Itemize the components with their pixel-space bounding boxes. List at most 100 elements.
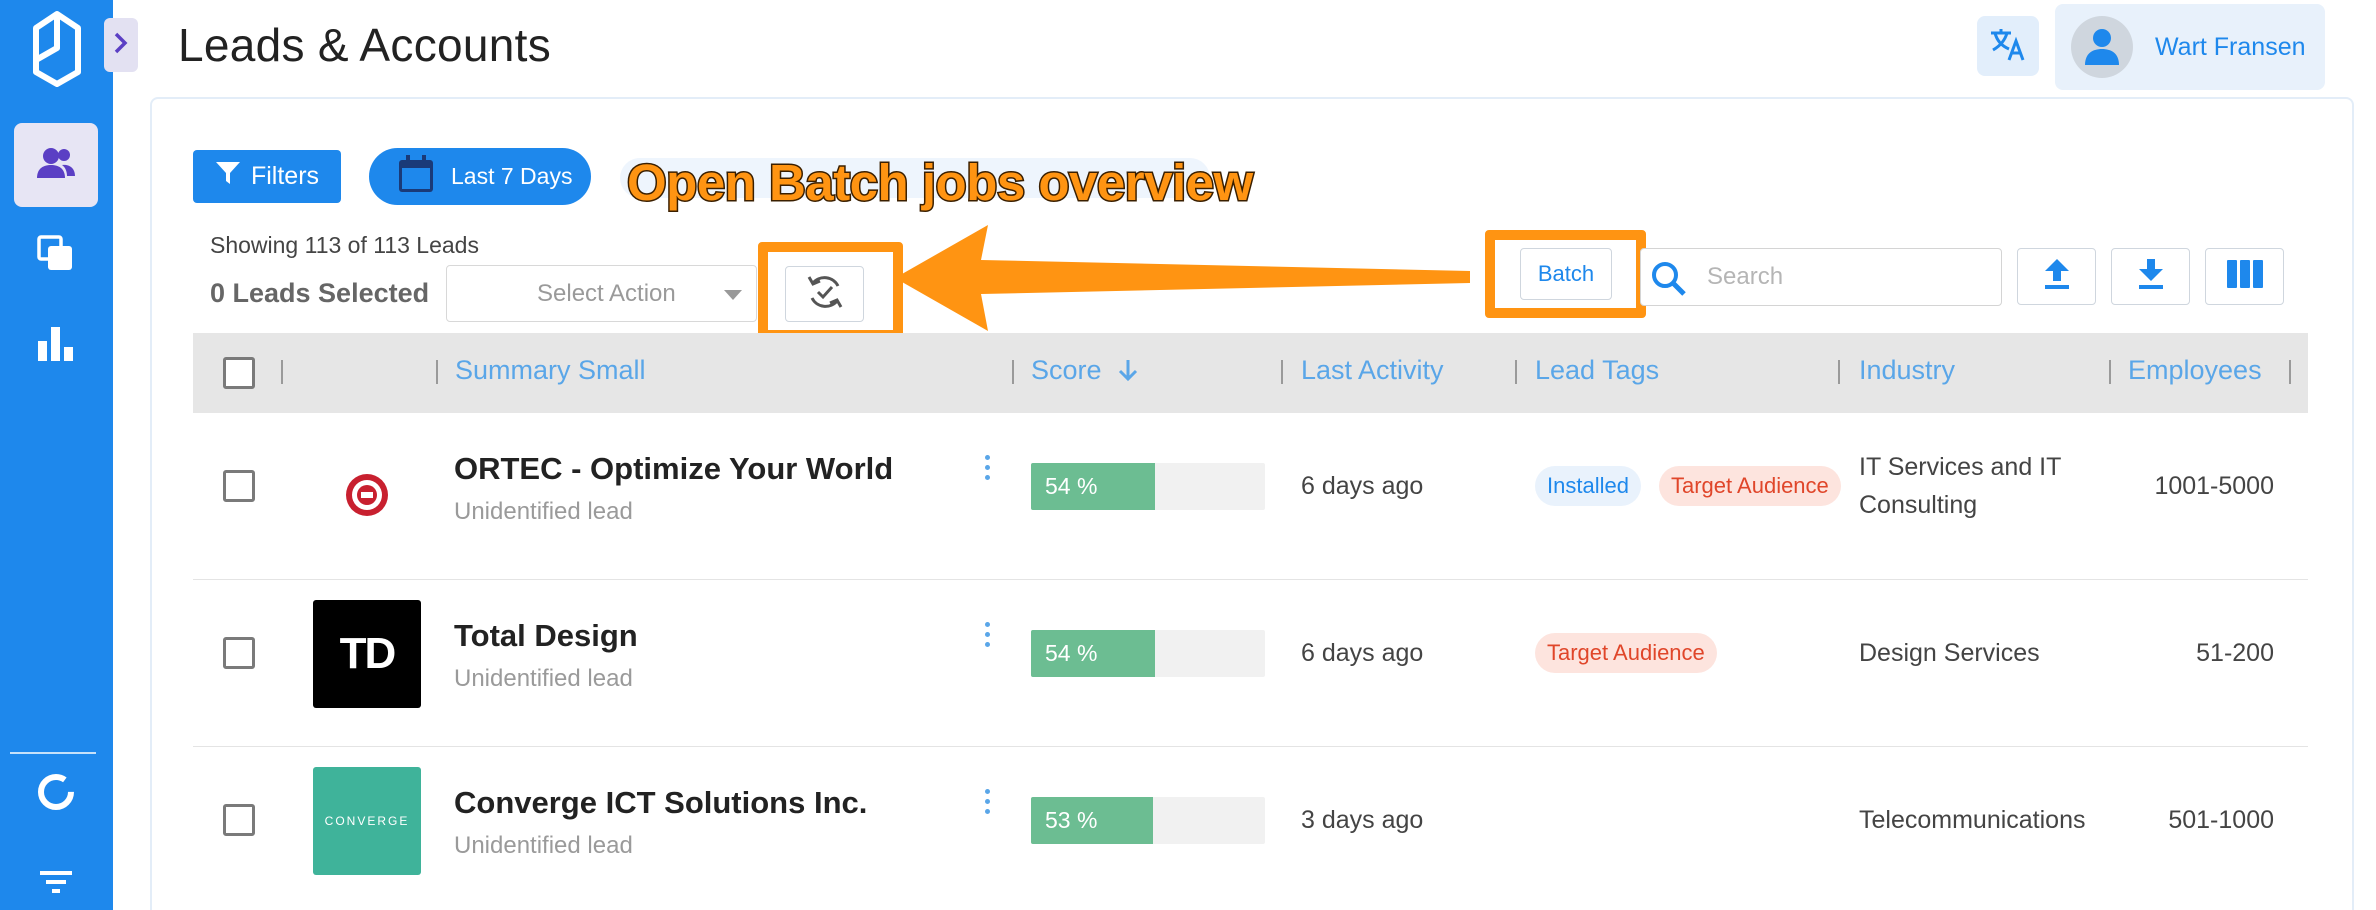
column-separator: [1281, 360, 1283, 384]
company-logo: TD: [313, 600, 421, 708]
column-separator: [1838, 360, 1840, 384]
sidebar-item-leads[interactable]: [14, 123, 98, 207]
search-input[interactable]: Search: [1640, 248, 2002, 306]
score-fill: 53 %: [1031, 797, 1153, 844]
last-activity: 6 days ago: [1301, 472, 1424, 500]
sidebar-item-reports[interactable]: [14, 303, 98, 387]
lead-subtitle: Unidentified lead: [454, 832, 633, 859]
score-fill: 54 %: [1031, 630, 1155, 677]
table-header: Summary Small Score Last Activity Lead T…: [193, 333, 2308, 413]
app-root: Leads & Accounts Wart Fransen Filters La…: [0, 0, 2376, 910]
lead-subtitle: Unidentified lead: [454, 665, 633, 692]
industry: Telecommunications: [1859, 806, 2086, 834]
app-logo-icon[interactable]: [22, 8, 92, 90]
column-separator: [281, 360, 283, 384]
column-separator: [1012, 360, 1014, 384]
lead-name[interactable]: ORTEC - Optimize Your World: [454, 451, 893, 487]
avatar: [2071, 16, 2133, 78]
column-separator: [1515, 360, 1517, 384]
bar-chart-icon: [36, 325, 76, 366]
annotation-text: Open Batch jobs overview: [626, 153, 1255, 213]
company-logo: CONVERGE: [313, 767, 421, 875]
sidebar-item-status[interactable]: [14, 752, 98, 836]
tag-installed[interactable]: Installed: [1535, 466, 1641, 506]
results-count: Showing 113 of 113 Leads: [210, 232, 479, 258]
columns-button[interactable]: [2205, 248, 2284, 305]
highlight-batch-jobs: [758, 242, 903, 340]
funnel-icon: [215, 160, 241, 193]
chevron-right-icon: [113, 32, 129, 59]
td-logo: TD: [339, 629, 397, 678]
sidebar-item-filters[interactable]: [14, 842, 98, 910]
column-summary[interactable]: Summary Small: [455, 355, 646, 386]
last-activity: 6 days ago: [1301, 639, 1424, 667]
select-action-placeholder: Select Action: [537, 279, 676, 307]
lead-name[interactable]: Converge ICT Solutions Inc.: [454, 785, 867, 821]
columns-icon: [2226, 259, 2264, 294]
employees: 51-200: [2196, 639, 2274, 667]
upload-icon: [2042, 257, 2072, 296]
date-range-button[interactable]: Last 7 Days: [369, 148, 591, 205]
industry-line-1: IT Services and IT: [1859, 453, 2062, 481]
copy-icon: [36, 234, 76, 279]
filters-label: Filters: [250, 162, 320, 190]
column-industry[interactable]: Industry: [1859, 355, 1955, 386]
ortec-logo: [344, 472, 390, 523]
download-button[interactable]: [2111, 248, 2190, 305]
date-label: Last 7 Days: [451, 163, 573, 189]
tag-target-audience[interactable]: Target Audience: [1659, 466, 1841, 506]
tag-target-audience[interactable]: Target Audience: [1535, 633, 1717, 673]
select-all-checkbox[interactable]: [223, 357, 255, 389]
employees: 501-1000: [2168, 806, 2274, 834]
column-employees[interactable]: Employees: [2128, 355, 2262, 386]
score-bar: 54 %: [1031, 630, 1265, 677]
column-separator: [2289, 360, 2291, 384]
user-menu[interactable]: Wart Fransen: [2055, 4, 2325, 90]
upload-button[interactable]: [2017, 248, 2096, 305]
column-separator: [2109, 360, 2111, 384]
lead-name[interactable]: Total Design: [454, 618, 638, 654]
industry-line-2: Consulting: [1859, 491, 1978, 519]
translate-button[interactable]: [1977, 16, 2039, 76]
arrow-down-icon: [1117, 355, 1139, 385]
table-row[interactable]: ORTEC - Optimize Your World Unidentified…: [193, 413, 2308, 580]
search-placeholder: Search: [1707, 263, 1784, 290]
last-activity: 3 days ago: [1301, 806, 1424, 834]
select-action-dropdown[interactable]: Select Action: [446, 265, 757, 322]
column-lead-tags[interactable]: Lead Tags: [1535, 355, 1659, 386]
sidebar-toggle-button[interactable]: [104, 18, 138, 72]
calendar-icon: [397, 154, 435, 200]
filters-button[interactable]: Filters: [193, 150, 341, 203]
table-row[interactable]: CONVERGE Converge ICT Solutions Inc. Uni…: [193, 747, 2308, 910]
score-bar: 53 %: [1031, 797, 1265, 844]
selected-count: 0 Leads Selected: [210, 278, 430, 308]
search-icon: [1649, 259, 1689, 304]
score-fill: 54 %: [1031, 463, 1155, 510]
employees: 1001-5000: [2154, 472, 2274, 500]
company-logo: [313, 443, 421, 551]
row-checkbox[interactable]: [223, 470, 255, 502]
kebab-icon[interactable]: [985, 789, 991, 819]
row-checkbox[interactable]: [223, 637, 255, 669]
page-title: Leads & Accounts: [178, 19, 552, 71]
sidebar: [0, 0, 113, 910]
download-icon: [2136, 257, 2166, 296]
column-last-activity[interactable]: Last Activity: [1301, 355, 1444, 386]
lead-subtitle: Unidentified lead: [454, 498, 633, 525]
highlight-batch: [1485, 230, 1646, 318]
donut-icon: [36, 772, 76, 817]
table-row[interactable]: TD Total Design Unidentified lead 54 % 6…: [193, 580, 2308, 747]
kebab-icon[interactable]: [985, 455, 991, 485]
sidebar-item-pages[interactable]: [14, 214, 98, 298]
converge-logo: CONVERGE: [324, 814, 410, 828]
column-separator: [436, 360, 438, 384]
industry: Design Services: [1859, 639, 2040, 667]
filter-lines-icon: [38, 867, 74, 902]
kebab-icon[interactable]: [985, 622, 991, 652]
row-checkbox[interactable]: [223, 804, 255, 836]
column-score-label: Score: [1031, 355, 1102, 385]
translate-icon: [1989, 26, 2027, 67]
annotation-arrow: [895, 225, 1470, 331]
column-score[interactable]: Score: [1031, 355, 1139, 386]
users-icon: [36, 146, 76, 185]
